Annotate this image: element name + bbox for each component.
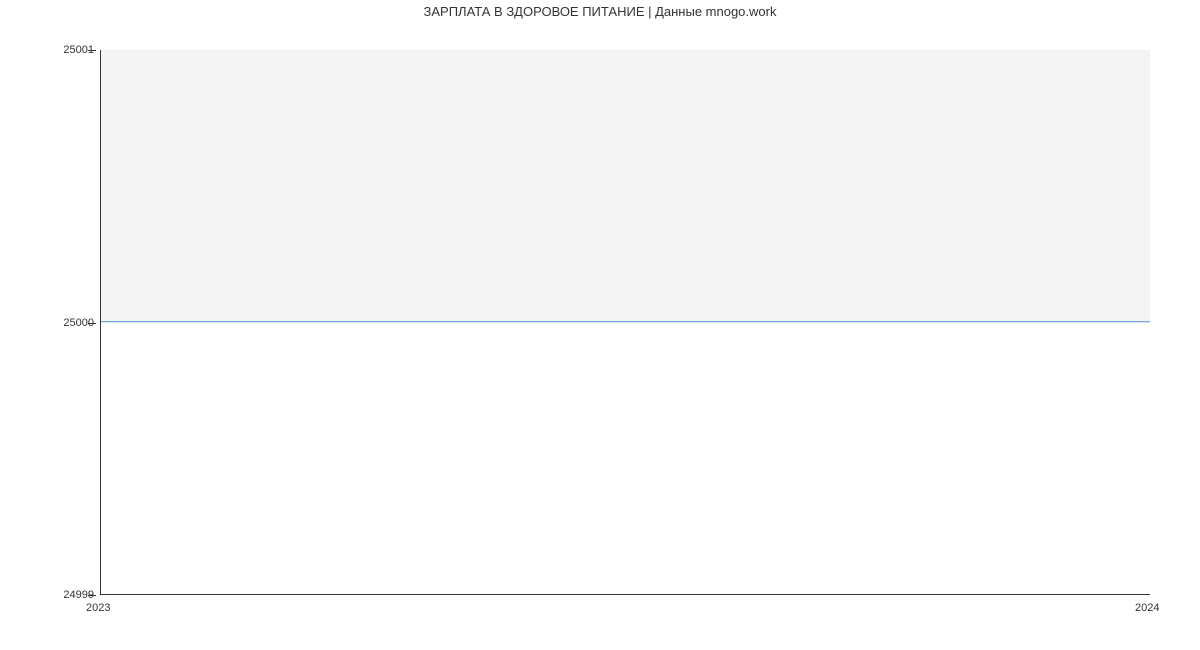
- chart-title: ЗАРПЛАТА В ЗДОРОВОЕ ПИТАНИЕ | Данные mno…: [0, 4, 1200, 19]
- y-axis-label: 25000: [63, 317, 94, 329]
- salary-line-chart: ЗАРПЛАТА В ЗДОРОВОЕ ПИТАНИЕ | Данные mno…: [0, 0, 1200, 620]
- x-axis-label: 2024: [1135, 602, 1159, 614]
- plot-band-upper: [101, 50, 1150, 322]
- plot-area: [100, 50, 1150, 595]
- data-line: [101, 321, 1150, 322]
- x-axis-label: 2023: [86, 602, 110, 614]
- y-axis-label: 25001: [63, 44, 94, 56]
- y-axis-label: 24999: [63, 589, 94, 601]
